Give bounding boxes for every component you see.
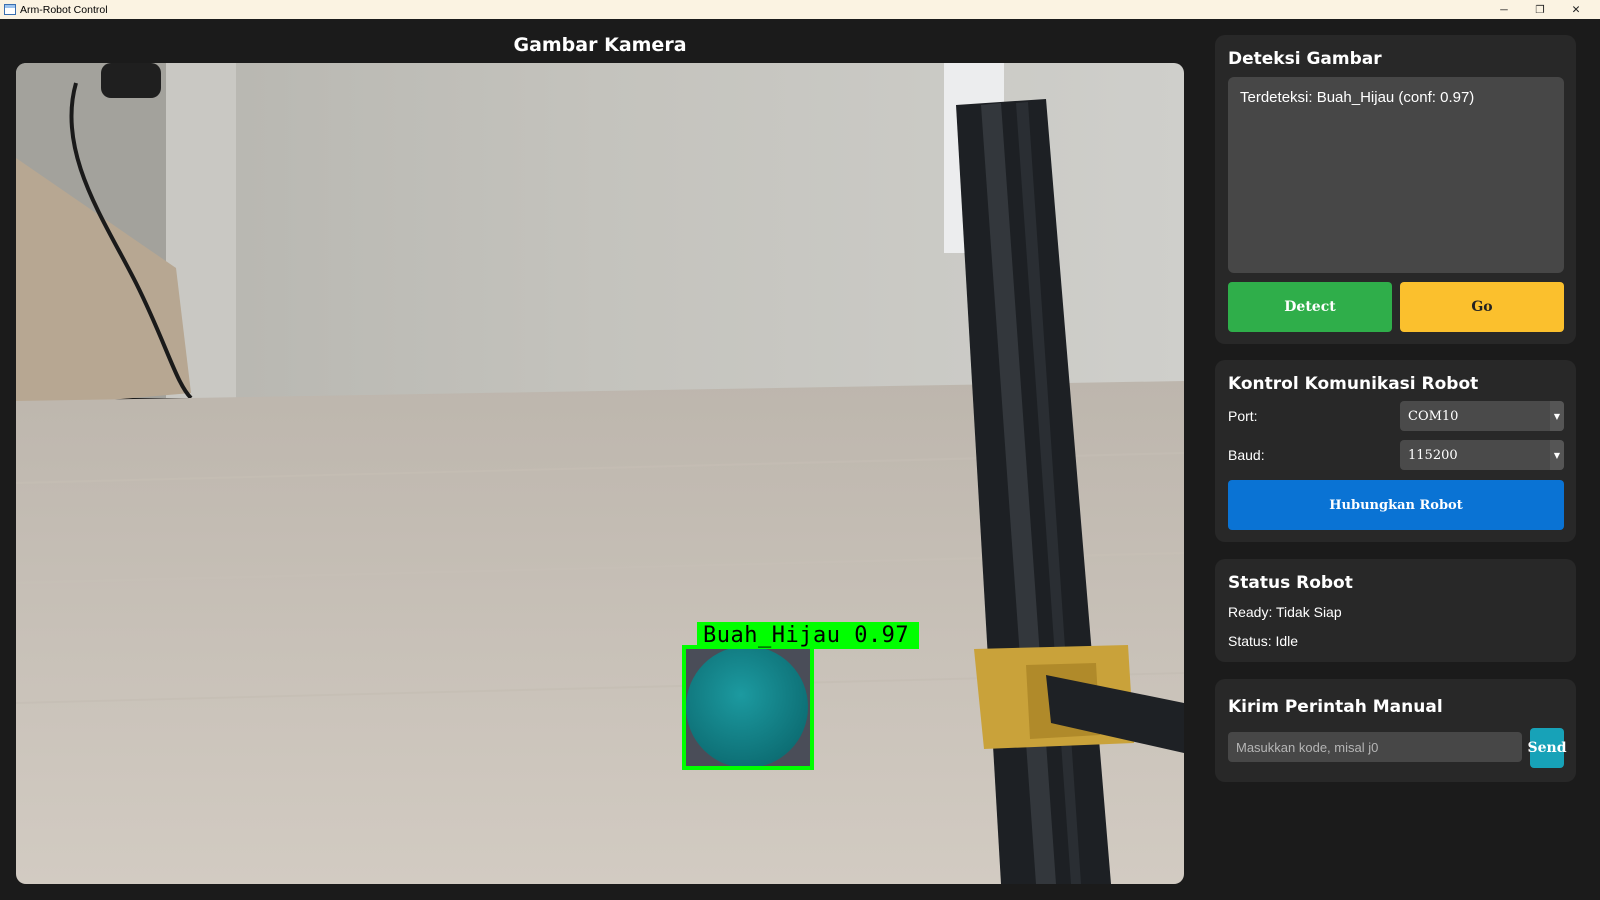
port-select[interactable]: COM10 ▼	[1400, 401, 1564, 431]
plug	[101, 63, 161, 98]
manual-command-title: Kirim Perintah Manual	[1228, 697, 1443, 717]
minimize-icon[interactable]: ─	[1486, 0, 1522, 19]
detection-result-box: Terdeteksi: Buah_Hijau (conf: 0.97)	[1228, 77, 1564, 273]
go-button[interactable]: Go	[1400, 282, 1564, 332]
port-label: Port:	[1228, 408, 1258, 424]
manual-command-panel: Kirim Perintah Manual Send	[1215, 679, 1576, 782]
baud-label: Baud:	[1228, 447, 1265, 463]
send-button[interactable]: Send	[1528, 728, 1567, 768]
command-input[interactable]	[1228, 732, 1522, 762]
app-window-icon	[4, 4, 16, 15]
connect-robot-button[interactable]: Hubungkan Robot	[1228, 480, 1564, 530]
chevron-down-icon[interactable]: ▼	[1550, 440, 1564, 470]
communication-panel-title: Kontrol Komunikasi Robot	[1228, 374, 1479, 394]
close-icon[interactable]: ✕	[1558, 0, 1594, 19]
detection-label: Buah_Hijau 0.97	[697, 622, 919, 649]
camera-view: Buah_Hijau 0.97	[16, 63, 1184, 884]
robot-status-panel: Status Robot Ready: Tidak Siap Status: I…	[1215, 559, 1576, 662]
window-title-bar: Arm-Robot Control ─ ❐ ✕	[0, 0, 1600, 19]
detection-result-text: Terdeteksi: Buah_Hijau (conf: 0.97)	[1240, 89, 1475, 106]
port-select-value: COM10	[1408, 408, 1459, 424]
baud-select[interactable]: 115200 ▼	[1400, 440, 1564, 470]
robot-status-text: Status: Idle	[1228, 633, 1299, 649]
maximize-icon[interactable]: ❐	[1522, 0, 1558, 19]
detect-button[interactable]: Detect	[1228, 282, 1392, 332]
detection-panel: Deteksi Gambar Terdeteksi: Buah_Hijau (c…	[1215, 35, 1576, 344]
chevron-down-icon[interactable]: ▼	[1550, 401, 1564, 431]
ready-status-text: Ready: Tidak Siap	[1228, 604, 1342, 620]
window-title: Arm-Robot Control	[20, 3, 108, 16]
camera-image	[16, 63, 1184, 884]
baud-select-value: 115200	[1408, 447, 1458, 463]
teal-ball	[686, 646, 808, 768]
detection-panel-title: Deteksi Gambar	[1228, 49, 1382, 69]
camera-title: Gambar Kamera	[513, 34, 687, 56]
robot-status-title: Status Robot	[1228, 573, 1353, 593]
communication-panel: Kontrol Komunikasi Robot Port: COM10 ▼ B…	[1215, 360, 1576, 542]
